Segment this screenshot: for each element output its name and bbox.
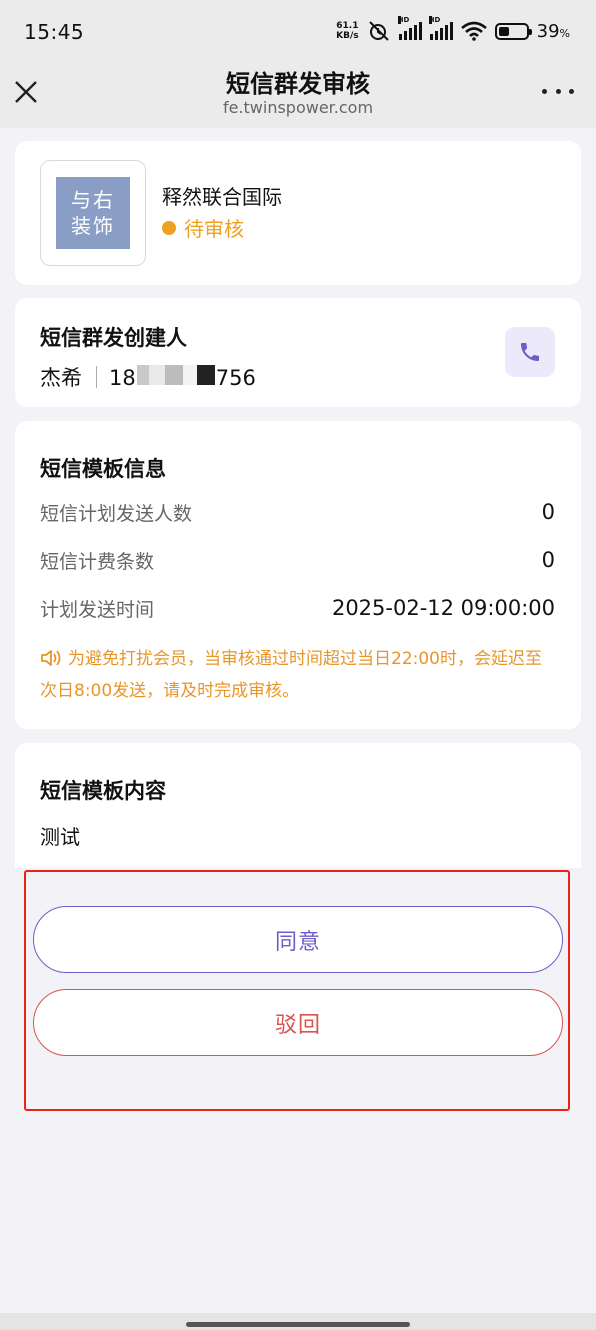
info-row-send-time: 计划发送时间 2025-02-12 09:00:00 (40, 595, 555, 621)
network-speed-unit: KB/s (336, 31, 359, 41)
template-content-title: 短信模板内容 (40, 779, 166, 803)
page-url: fe.twinspower.com (222, 98, 374, 117)
info-value: 0 (541, 548, 555, 572)
status-text: 待审核 (184, 217, 244, 241)
wifi-icon (460, 21, 487, 41)
phone-suffix: 756 (215, 365, 256, 390)
creator-section-title: 短信群发创建人 (40, 326, 187, 350)
phone-prefix: 18 (109, 365, 136, 390)
reject-button[interactable]: 驳回 (33, 989, 563, 1056)
status-dot-icon (162, 220, 176, 235)
signal-icon: HD (397, 16, 422, 40)
info-value: 0 (541, 500, 555, 524)
signal-hd-label: HD (428, 16, 441, 24)
status-time: 15:45 (24, 20, 85, 44)
template-info-title: 短信模板信息 (40, 457, 166, 481)
approve-button[interactable]: 同意 (33, 906, 563, 973)
phone-redaction-mask (136, 364, 215, 385)
more-dot-icon (569, 88, 574, 94)
info-label: 短信计费条数 (40, 550, 155, 573)
shop-logo: 与右 装饰 (40, 160, 146, 266)
call-button[interactable] (505, 327, 555, 377)
battery-icon (494, 22, 532, 40)
alarm-off-icon (368, 21, 389, 41)
notice-text: 为避免打扰会员，当审核通过时间超过当日22:00时，会延迟至次日8:00发送，请… (40, 649, 542, 701)
shop-name: 释然联合国际 (162, 185, 282, 209)
network-speed: 61.1 KB/s (336, 21, 358, 41)
creator-info: 杰希 18 756 (40, 362, 256, 392)
title-bar: 短信群发审核 fe.twinspower.com (0, 60, 596, 128)
divider (96, 366, 97, 388)
creator-card: 短信群发创建人 杰希 18 756 (15, 298, 581, 407)
template-info-card: 短信模板信息 短信计划发送人数 0 短信计费条数 0 计划发送时间 2025-0… (15, 421, 581, 729)
more-button[interactable] (542, 80, 574, 102)
more-dot-icon (555, 88, 561, 94)
creator-phone: 18 756 (109, 364, 256, 390)
page-title: 短信群发审核 (226, 70, 370, 98)
shop-card: 与右 装饰 释然联合国际 待审核 (15, 141, 581, 285)
template-content-card: 短信模板内容 测试 (15, 743, 581, 883)
signal-icon: HD (428, 16, 453, 40)
status-icons: 61.1 KB/s HD HD 39% (336, 16, 570, 44)
send-notice: 为避免打扰会员，当审核通过时间超过当日22:00时，会延迟至次日8:00发送，请… (40, 643, 555, 707)
home-indicator[interactable] (186, 1322, 410, 1327)
more-dot-icon (542, 88, 547, 94)
logo-text-line1: 与右 (71, 188, 115, 212)
template-content-text: 测试 (40, 825, 80, 849)
info-row-recipients: 短信计划发送人数 0 (40, 499, 555, 525)
phone-icon (521, 343, 539, 361)
info-label: 计划发送时间 (40, 598, 155, 621)
status-bar: 15:45 61.1 KB/s HD HD 39% (0, 0, 596, 60)
battery-percent: 39% (536, 20, 570, 42)
info-label: 短信计划发送人数 (40, 502, 193, 525)
status-badge: 待审核 (162, 213, 244, 242)
info-row-billing-count: 短信计费条数 0 (40, 547, 555, 573)
shop-logo-image: 与右 装饰 (56, 177, 130, 249)
signal-hd-label: HD (397, 16, 410, 24)
info-value: 2025-02-12 09:00:00 (331, 596, 555, 620)
creator-name: 杰希 (40, 366, 82, 390)
logo-text-line2: 装饰 (71, 214, 115, 238)
speaker-icon (41, 650, 61, 666)
network-speed-value: 61.1 (336, 21, 359, 31)
